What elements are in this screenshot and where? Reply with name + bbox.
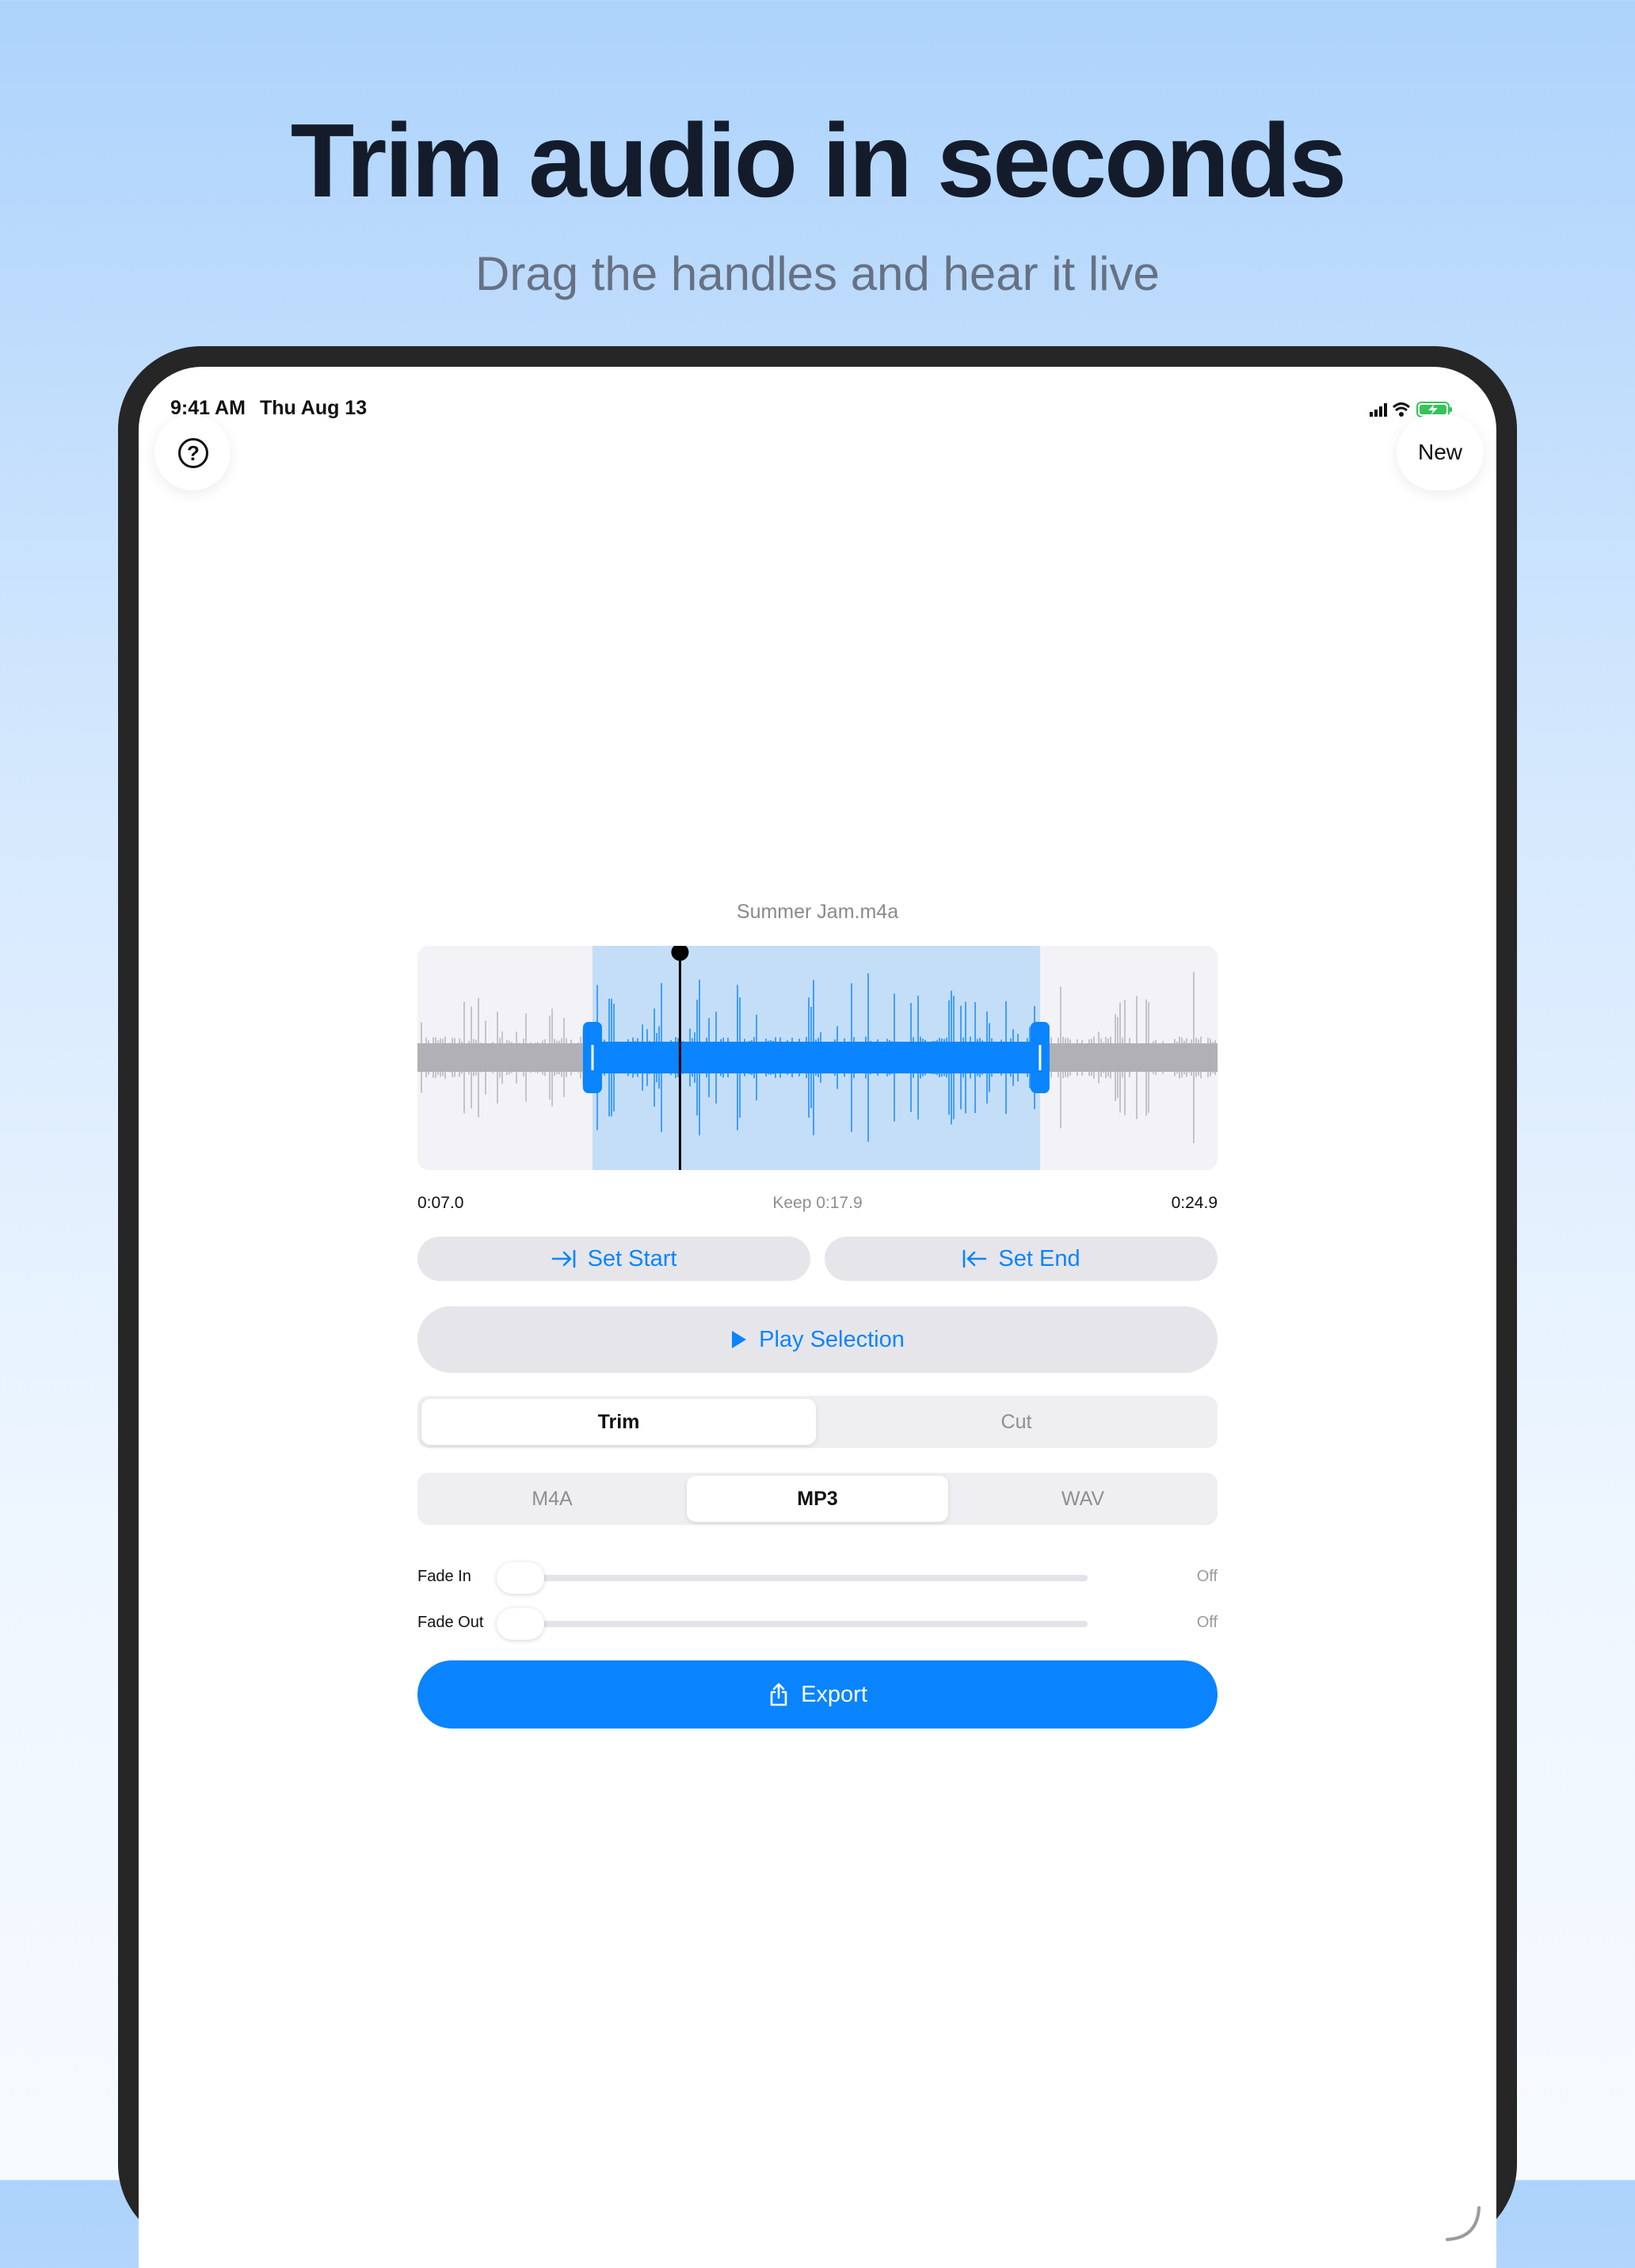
set-start-button[interactable]: Set Start xyxy=(417,1237,810,1281)
selection-end-time: 0:24.9 xyxy=(1171,1194,1218,1212)
fade-in-slider-track[interactable] xyxy=(519,1575,1088,1581)
waveform-baseline-selected xyxy=(592,1042,1040,1073)
mode-trim-option[interactable]: Trim xyxy=(421,1399,816,1445)
format-segmented-control: M4A MP3 WAV xyxy=(417,1473,1218,1525)
waveform-canvas[interactable] xyxy=(417,946,1218,1170)
new-button[interactable]: New xyxy=(1397,414,1484,490)
fade-in-label: Fade In xyxy=(417,1568,471,1585)
fade-out-label: Fade Out xyxy=(417,1614,484,1631)
marketing-subhead: Drag the handles and hear it live xyxy=(475,247,1160,300)
fade-out-value: Off xyxy=(1196,1614,1218,1631)
app-screen: 9:41 AM Thu Aug 13 ? New Summer Jam.m4a … xyxy=(139,367,1496,2268)
set-end-button[interactable]: Set End xyxy=(825,1237,1218,1281)
waveform-trimmer[interactable] xyxy=(417,946,1218,1170)
file-name: Summer Jam.m4a xyxy=(736,901,899,923)
arrow-to-start-icon xyxy=(551,1248,577,1269)
question-mark-icon: ? xyxy=(178,438,208,468)
export-label: Export xyxy=(801,1681,867,1707)
selection-keep-duration: Keep 0:17.9 xyxy=(772,1194,863,1212)
marketing-headline: Trim audio in seconds xyxy=(290,102,1347,219)
share-icon xyxy=(768,1682,790,1707)
mode-cut-option[interactable]: Cut xyxy=(819,1399,1214,1445)
format-wav-option[interactable]: WAV xyxy=(952,1476,1214,1522)
format-m4a-option[interactable]: M4A xyxy=(421,1476,683,1522)
format-mp3-option[interactable]: MP3 xyxy=(687,1476,948,1522)
play-icon xyxy=(730,1329,748,1350)
fade-in-slider-thumb[interactable] xyxy=(497,1562,544,1594)
fade-out-slider-track[interactable] xyxy=(519,1621,1088,1627)
status-date: Thu Aug 13 xyxy=(259,397,368,419)
arrow-to-end-icon xyxy=(962,1248,987,1269)
set-end-label: Set End xyxy=(998,1245,1080,1271)
fade-out-slider-thumb[interactable] xyxy=(497,1608,544,1640)
play-selection-button[interactable]: Play Selection xyxy=(417,1306,1218,1373)
resize-corner-icon xyxy=(1443,2203,1482,2243)
export-button[interactable]: Export xyxy=(417,1660,1218,1729)
help-button[interactable]: ? xyxy=(154,414,231,490)
fade-in-value: Off xyxy=(1196,1568,1218,1585)
set-start-label: Set Start xyxy=(587,1245,677,1271)
tablet-frame: 9:41 AM Thu Aug 13 ? New Summer Jam.m4a … xyxy=(118,346,1517,2268)
cellular-signal-icon xyxy=(1370,403,1387,417)
play-selection-label: Play Selection xyxy=(759,1326,905,1352)
mode-segmented-control: Trim Cut xyxy=(417,1396,1218,1448)
wifi-icon xyxy=(1392,402,1411,417)
